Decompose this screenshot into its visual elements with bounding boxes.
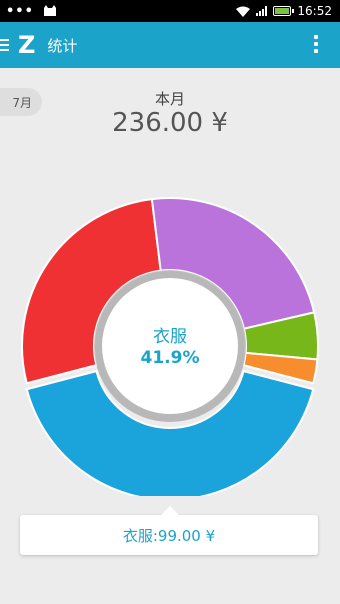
period-label: 本月 [154,90,185,108]
total-amount: 236.00 ¥ [112,108,228,138]
selected-category-label: 衣服 [153,327,187,347]
menu-icon[interactable] [0,39,10,51]
signal-icon [256,6,268,16]
app-bar: Z 统计 [0,22,340,68]
status-time: 16:52 [297,4,332,18]
overflow-menu-icon[interactable] [314,35,318,53]
tooltip-text: 衣服:99.00 ¥ [122,526,216,545]
notification-dots: ••• [6,3,34,19]
page-title: 统计 [47,36,78,55]
selected-category-percent: 41.9% [140,348,200,368]
app-logo[interactable]: Z [18,31,35,59]
selection-tooltip: 衣服:99.00 ¥ [20,506,318,555]
wifi-icon [236,6,251,17]
cat-notification-icon [43,5,56,16]
battery-icon [273,6,295,16]
status-bar: ••• 16:52 [0,0,340,22]
